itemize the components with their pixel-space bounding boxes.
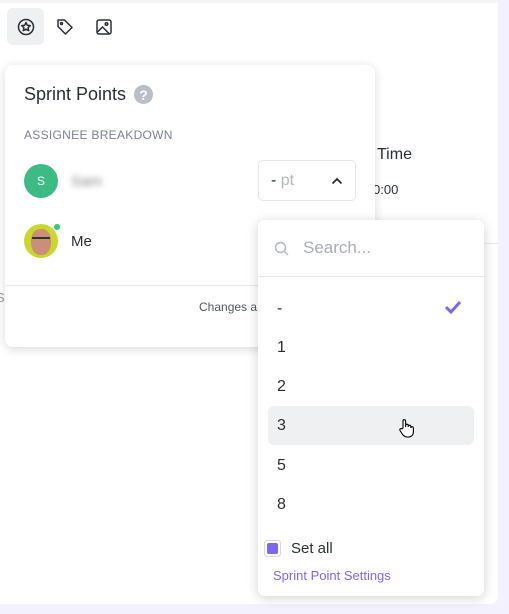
sprint-point-settings-link[interactable]: Sprint Point Settings bbox=[273, 568, 391, 583]
option-1[interactable]: 1 bbox=[268, 328, 474, 367]
section-label: ASSIGNEE BREAKDOWN bbox=[24, 128, 173, 142]
search-icon bbox=[274, 241, 289, 255]
option-label: - bbox=[277, 299, 283, 317]
points-select[interactable]: - pt bbox=[258, 160, 356, 201]
search-bar bbox=[258, 220, 484, 277]
time-value: 0:00 bbox=[373, 182, 399, 197]
assignee-name: Me bbox=[71, 233, 92, 250]
background-fragment: S bbox=[0, 290, 5, 305]
option-2[interactable]: 2 bbox=[268, 367, 474, 406]
set-all-checkbox[interactable]: Set all bbox=[264, 540, 333, 557]
checkbox[interactable] bbox=[264, 540, 281, 557]
hand-cursor-icon bbox=[399, 419, 414, 438]
popover-title: Sprint Points ? bbox=[24, 84, 154, 105]
chevron-up-icon bbox=[331, 177, 343, 184]
avatar: S bbox=[24, 164, 58, 198]
assignee-name: Sam bbox=[71, 173, 102, 190]
sprint-points-button[interactable] bbox=[7, 8, 44, 45]
time-label: Time bbox=[377, 146, 412, 163]
check-icon bbox=[444, 300, 462, 314]
points-dropdown: - 1 2 3 5 8 Set all Sprint Point Setting… bbox=[258, 220, 484, 596]
top-bar bbox=[0, 0, 498, 3]
option-label: 3 bbox=[277, 416, 286, 434]
option-label: 5 bbox=[277, 456, 286, 474]
image-button[interactable] bbox=[85, 8, 122, 45]
option-5[interactable]: 5 bbox=[268, 446, 474, 485]
points-value: - bbox=[271, 171, 277, 189]
online-indicator bbox=[53, 223, 61, 231]
title-text: Sprint Points bbox=[24, 84, 127, 104]
tag-icon bbox=[56, 18, 73, 35]
search-input[interactable] bbox=[303, 238, 453, 258]
footer-text: Changes a bbox=[199, 300, 258, 314]
option-3[interactable]: 3 bbox=[268, 406, 474, 445]
star-circle-icon bbox=[17, 18, 34, 35]
image-icon bbox=[95, 18, 112, 35]
option-8[interactable]: 8 bbox=[268, 485, 474, 524]
option-label: 8 bbox=[277, 495, 286, 513]
option-label: 2 bbox=[277, 377, 286, 395]
set-all-label: Set all bbox=[291, 540, 333, 557]
option-label: 1 bbox=[277, 338, 286, 356]
points-unit: pt bbox=[280, 171, 295, 189]
option-dash[interactable]: - bbox=[268, 289, 474, 328]
help-icon[interactable]: ? bbox=[134, 85, 154, 104]
tags-button[interactable] bbox=[46, 8, 83, 45]
